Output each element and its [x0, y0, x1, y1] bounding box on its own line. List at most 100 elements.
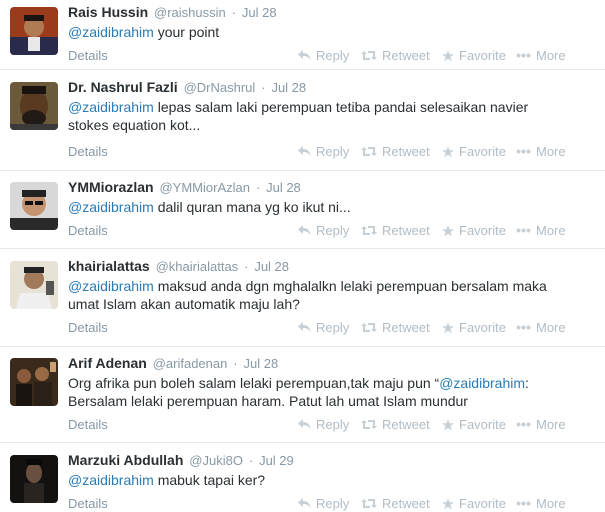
- reply-icon: [298, 146, 311, 156]
- mention-link[interactable]: @zaidibrahim: [68, 199, 154, 215]
- avatar[interactable]: [10, 182, 58, 230]
- user-fullname[interactable]: YMMiorazlan: [68, 179, 154, 195]
- favorite-button[interactable]: Favorite: [442, 320, 506, 335]
- favorite-button[interactable]: Favorite: [442, 223, 506, 238]
- more-label: More: [536, 144, 566, 159]
- tweet[interactable]: Arif Adenan @arifadenan · Jul 28 Org afr…: [0, 351, 605, 443]
- tweet-text-body: Org afrika pun boleh salam lelaki peremp…: [68, 375, 440, 391]
- favorite-button[interactable]: Favorite: [442, 48, 506, 63]
- user-fullname[interactable]: Marzuki Abdullah: [68, 452, 183, 468]
- more-button[interactable]: More: [516, 223, 566, 238]
- tweet-timestamp[interactable]: Jul 28: [243, 356, 278, 371]
- retweet-button[interactable]: Retweet: [361, 320, 430, 335]
- tweet[interactable]: Dr. Nashrul Fazli @DrNashrul · Jul 28 @z…: [0, 75, 605, 171]
- reply-button[interactable]: Reply: [298, 48, 349, 63]
- separator: ·: [233, 356, 238, 371]
- reply-button[interactable]: Reply: [298, 417, 349, 432]
- retweet-button[interactable]: Retweet: [361, 48, 430, 63]
- tweet-text: @zaidibrahim your point: [68, 23, 588, 41]
- mention-link[interactable]: @zaidibrahim: [68, 472, 154, 488]
- star-icon: [442, 321, 454, 333]
- user-handle[interactable]: @DrNashrul: [184, 80, 256, 95]
- tweet[interactable]: Marzuki Abdullah @Juki8O · Jul 29 @zaidi…: [0, 448, 605, 512]
- details-link[interactable]: Details: [68, 417, 108, 432]
- details-link[interactable]: Details: [68, 496, 108, 511]
- avatar[interactable]: [10, 82, 58, 130]
- more-dots-icon: [516, 149, 531, 154]
- tweet-text-colon: :: [525, 375, 529, 391]
- tweet-feed: Rais Hussin @raishussin · Jul 28 @zaidib…: [0, 0, 605, 512]
- more-button[interactable]: More: [516, 417, 566, 432]
- reply-button[interactable]: Reply: [298, 496, 349, 511]
- user-handle[interactable]: @raishussin: [154, 5, 226, 20]
- more-button[interactable]: More: [516, 144, 566, 159]
- details-link[interactable]: Details: [68, 223, 108, 238]
- retweet-icon: [361, 420, 377, 429]
- favorite-label: Favorite: [459, 48, 506, 63]
- reply-button[interactable]: Reply: [298, 223, 349, 238]
- reply-label: Reply: [316, 48, 350, 63]
- avatar[interactable]: [10, 455, 58, 503]
- more-button[interactable]: More: [516, 48, 566, 63]
- retweet-icon: [361, 51, 377, 60]
- user-handle[interactable]: @khairialattas: [156, 259, 239, 274]
- tweet-timestamp[interactable]: Jul 28: [242, 5, 277, 20]
- tweet-timestamp[interactable]: Jul 28: [254, 259, 289, 274]
- more-dots-icon: [516, 325, 531, 330]
- tweet-header: Marzuki Abdullah @Juki8O · Jul 29: [68, 452, 294, 468]
- separator: ·: [248, 453, 254, 468]
- details-link[interactable]: Details: [68, 48, 108, 63]
- details-link[interactable]: Details: [68, 320, 108, 335]
- tweet-header: Dr. Nashrul Fazli @DrNashrul · Jul 28: [68, 79, 306, 95]
- more-dots-icon: [516, 501, 531, 506]
- mention-link[interactable]: @zaidibrahim: [439, 375, 525, 391]
- reply-button[interactable]: Reply: [298, 320, 349, 335]
- more-label: More: [536, 48, 566, 63]
- tweet-timestamp[interactable]: Jul 28: [266, 180, 301, 195]
- retweet-button[interactable]: Retweet: [361, 144, 430, 159]
- tweet-timestamp[interactable]: Jul 29: [259, 453, 294, 468]
- avatar[interactable]: [10, 261, 58, 309]
- reply-icon: [298, 322, 311, 332]
- mention-link[interactable]: @zaidibrahim: [68, 24, 154, 40]
- reply-icon: [298, 225, 311, 235]
- tweet-text-line2: Bersalam lelaki perempuan haram. Patut l…: [68, 393, 468, 409]
- mention-link[interactable]: @zaidibrahim: [68, 278, 154, 294]
- separator: ·: [244, 259, 249, 274]
- tweet-text-body: mabuk tapai ker?: [153, 472, 266, 488]
- more-button[interactable]: More: [516, 496, 566, 511]
- mention-link[interactable]: @zaidibrahim: [68, 99, 154, 115]
- user-handle[interactable]: @arifadenan: [153, 356, 228, 371]
- user-handle[interactable]: @YMMiorAzlan: [159, 180, 250, 195]
- retweet-button[interactable]: Retweet: [361, 496, 430, 511]
- details-link[interactable]: Details: [68, 144, 108, 159]
- tweet[interactable]: Rais Hussin @raishussin · Jul 28 @zaidib…: [0, 0, 605, 70]
- reply-icon: [298, 50, 311, 60]
- retweet-label: Retweet: [382, 223, 430, 238]
- user-fullname[interactable]: Arif Adenan: [68, 355, 147, 371]
- favorite-button[interactable]: Favorite: [442, 496, 506, 511]
- tweet-text: @zaidibrahim lepas salam laki perempuan …: [68, 98, 588, 134]
- reply-label: Reply: [316, 320, 350, 335]
- reply-label: Reply: [316, 417, 350, 432]
- tweet[interactable]: khairialattas @khairialattas · Jul 28 @z…: [0, 254, 605, 347]
- retweet-label: Retweet: [382, 496, 430, 511]
- tweet-text-line2: stokes equation kot...: [68, 117, 201, 133]
- retweet-button[interactable]: Retweet: [361, 223, 430, 238]
- tweet-timestamp[interactable]: Jul 28: [271, 80, 306, 95]
- retweet-button[interactable]: Retweet: [361, 417, 430, 432]
- user-handle[interactable]: @Juki8O: [189, 453, 243, 468]
- avatar[interactable]: [10, 7, 58, 55]
- favorite-button[interactable]: Favorite: [442, 144, 506, 159]
- user-fullname[interactable]: Rais Hussin: [68, 4, 148, 20]
- reply-button[interactable]: Reply: [298, 144, 349, 159]
- separator: ·: [231, 5, 236, 20]
- user-fullname[interactable]: Dr. Nashrul Fazli: [68, 79, 178, 95]
- tweet[interactable]: YMMiorazlan @YMMiorAzlan · Jul 28 @zaidi…: [0, 175, 605, 249]
- avatar[interactable]: [10, 358, 58, 406]
- user-fullname[interactable]: khairialattas: [68, 258, 150, 274]
- favorite-button[interactable]: Favorite: [442, 417, 506, 432]
- more-label: More: [536, 223, 566, 238]
- tweet-actions: Details Reply Retweet Favorite More: [68, 144, 605, 160]
- more-button[interactable]: More: [516, 320, 566, 335]
